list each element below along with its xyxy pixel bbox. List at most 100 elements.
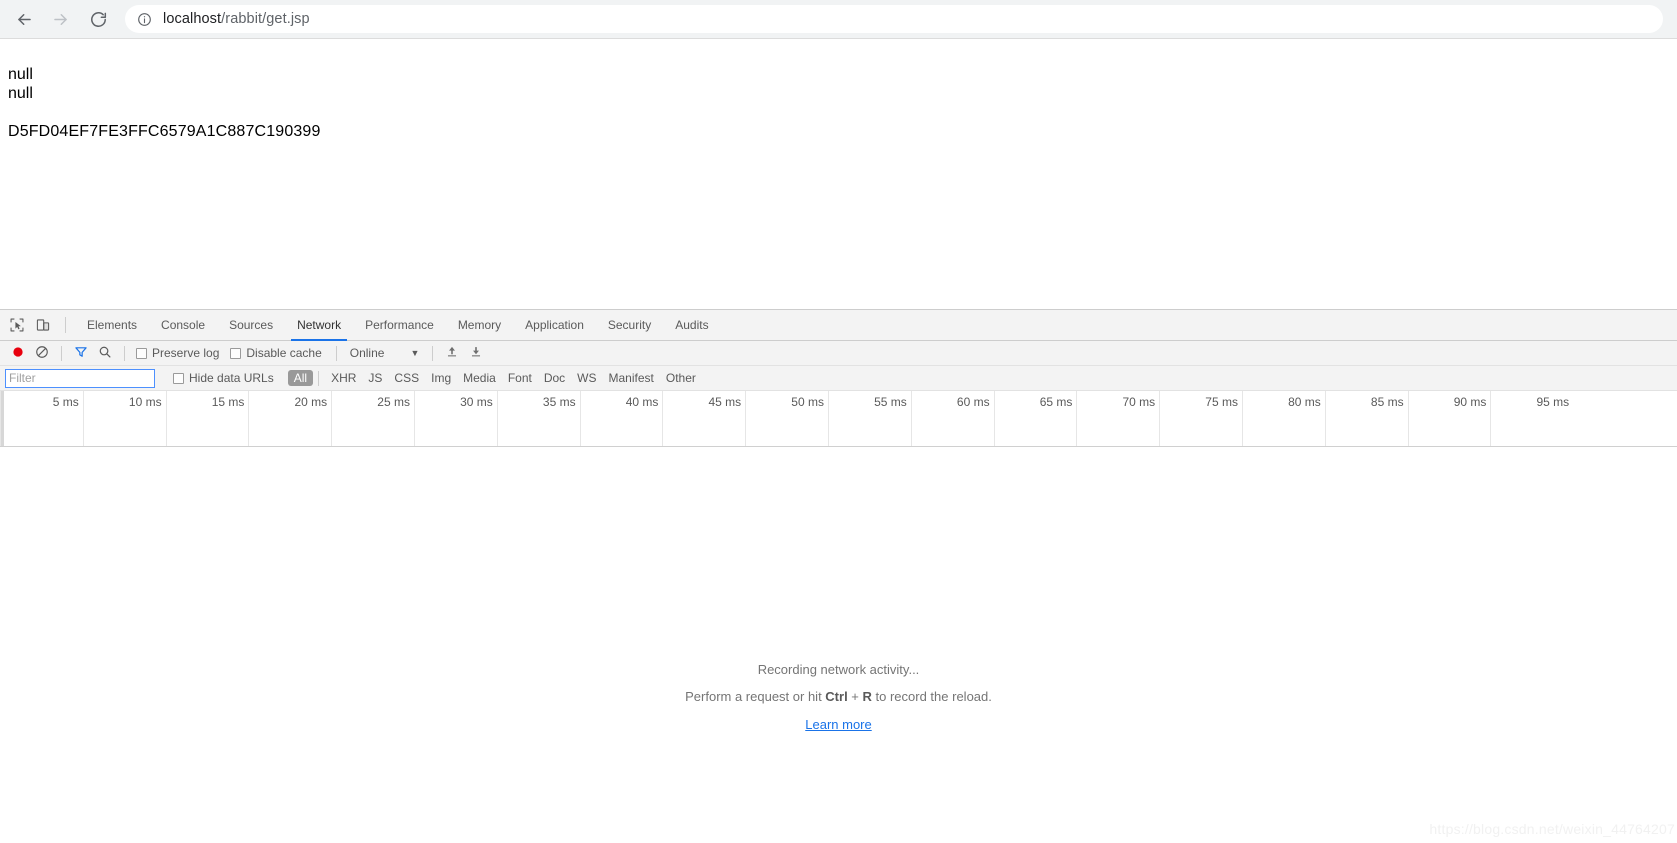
tab-label: Security	[607, 318, 652, 332]
arrow-right-icon	[51, 10, 70, 29]
timeline-tick: 85 ms	[1324, 391, 1408, 446]
tab-audits[interactable]: Audits	[663, 310, 720, 340]
reload-icon	[89, 10, 108, 29]
timeline-tick: 95 ms	[1490, 391, 1573, 446]
timeline-tick-label: 75 ms	[1205, 395, 1238, 409]
network-timeline-overview[interactable]: 5 ms 10 ms 15 ms 20 ms 25 ms 30 ms 35 ms 40 ms 4…	[0, 391, 1677, 447]
timeline-tick-label: 95 ms	[1536, 395, 1570, 409]
network-action-toolbar: Preserve log Disable cache Online ▼	[0, 341, 1677, 366]
upload-arrow-icon	[445, 345, 459, 362]
toolbar-divider	[65, 317, 66, 333]
type-filter-all[interactable]: All	[287, 370, 314, 386]
checkbox-box	[173, 372, 184, 384]
page-line-1: null	[8, 66, 33, 83]
timeline-tick-label: 70 ms	[1122, 395, 1156, 409]
address-bar-path: /rabbit/get.jsp	[221, 11, 310, 27]
type-filter-js[interactable]: JS	[362, 370, 388, 386]
disable-cache-checkbox[interactable]: Disable cache	[226, 346, 325, 360]
page-token-value: D5FD04EF7FE3FFC6579A1C887C190399	[8, 123, 321, 140]
type-filter-other[interactable]: Other	[660, 370, 702, 386]
chevron-down-icon: ▼	[410, 347, 420, 358]
timeline-tick-label: 80 ms	[1288, 395, 1321, 409]
tab-network[interactable]: Network	[285, 310, 353, 341]
network-empty-state: Recording network activity... Perform a …	[0, 447, 1677, 843]
type-filter-media[interactable]: Media	[457, 370, 502, 386]
filter-funnel-icon	[74, 345, 88, 362]
type-filter-doc[interactable]: Doc	[538, 370, 571, 386]
tab-memory[interactable]: Memory	[446, 310, 513, 340]
timeline-tick: 5 ms	[0, 391, 83, 446]
timeline-tick-label: 40 ms	[625, 395, 659, 409]
clear-prohibited-icon	[35, 345, 49, 362]
arrow-left-icon	[15, 10, 34, 29]
record-button[interactable]	[6, 343, 30, 364]
clear-button[interactable]	[30, 343, 54, 364]
timeline-tick-label: 60 ms	[956, 395, 990, 409]
timeline-tick-label: 10 ms	[128, 395, 162, 409]
throttling-value: Online	[349, 346, 385, 360]
tab-label: Memory	[457, 318, 502, 332]
address-bar[interactable]: localhost/rabbit/get.jsp	[125, 5, 1663, 33]
throttling-dropdown[interactable]: Online ▼	[344, 346, 426, 360]
recording-status-text: Recording network activity...	[757, 662, 920, 677]
tab-elements[interactable]: Elements	[75, 310, 149, 340]
timeline-tick-label: 25 ms	[377, 395, 410, 409]
network-filter-bar: Hide data URLs All XHR JS CSS Img Media …	[0, 366, 1677, 391]
inspect-element-icon[interactable]	[4, 310, 30, 340]
hint-plus: +	[847, 689, 863, 704]
export-har-button[interactable]	[464, 343, 488, 364]
timeline-tick-label: 35 ms	[542, 395, 576, 409]
type-filter-xhr[interactable]: XHR	[325, 370, 362, 386]
toolbar-divider	[335, 345, 337, 361]
tab-label: Audits	[675, 318, 709, 332]
type-filter-img[interactable]: Img	[425, 370, 457, 386]
info-circle-icon[interactable]	[137, 12, 152, 27]
device-toolbar-icon[interactable]	[30, 310, 56, 340]
timeline-tick-label: 55 ms	[874, 395, 907, 409]
disable-cache-label: Disable cache	[246, 346, 322, 360]
search-icon	[98, 345, 112, 362]
type-filter-css[interactable]: CSS	[388, 370, 425, 386]
tab-security[interactable]: Security	[596, 310, 663, 340]
tab-label: Console	[161, 318, 206, 332]
timeline-tick: 60 ms	[910, 391, 994, 446]
timeline-tick: 40 ms	[579, 391, 663, 446]
hint-suffix: to record the reload.	[871, 689, 992, 704]
filter-button[interactable]	[69, 343, 93, 364]
type-filter-ws[interactable]: WS	[571, 370, 602, 386]
timeline-tick: 10 ms	[82, 391, 166, 446]
tab-application[interactable]: Application	[513, 310, 596, 340]
back-button[interactable]	[7, 2, 41, 36]
timeline-tick-label: 90 ms	[1453, 395, 1487, 409]
forward-button[interactable]	[43, 2, 77, 36]
watermark-text: https://blog.csdn.net/weixin_44764207	[1429, 821, 1675, 837]
address-bar-host: localhost	[163, 11, 222, 27]
checkbox-box	[230, 347, 242, 359]
tab-console[interactable]: Console	[149, 310, 217, 340]
timeline-tick: 45 ms	[662, 391, 745, 446]
filter-input[interactable]	[5, 368, 155, 388]
page-viewport: null null D5FD04EF7FE3FFC6579A1C887C1903…	[0, 39, 1677, 309]
type-filter-font[interactable]: Font	[502, 370, 538, 386]
tab-performance[interactable]: Performance	[353, 310, 446, 340]
recording-hint-text: Perform a request or hit Ctrl + R to rec…	[685, 689, 992, 704]
reload-button[interactable]	[81, 2, 115, 36]
search-button[interactable]	[93, 343, 117, 364]
type-filter-manifest[interactable]: Manifest	[603, 370, 660, 386]
timeline-tick: 70 ms	[1076, 391, 1159, 446]
browser-toolbar: localhost/rabbit/get.jsp	[0, 0, 1677, 39]
page-content: null null D5FD04EF7FE3FFC6579A1C887C1903…	[0, 39, 1677, 141]
learn-more-link[interactable]: Learn more	[805, 717, 871, 732]
tab-label: Network	[297, 318, 342, 332]
hide-data-urls-label: Hide data URLs	[189, 371, 274, 385]
import-har-button[interactable]	[440, 343, 464, 364]
timeline-tick: 55 ms	[828, 391, 911, 446]
preserve-log-checkbox[interactable]: Preserve log	[132, 346, 223, 360]
hide-data-urls-checkbox[interactable]: Hide data URLs	[169, 371, 278, 385]
timeline-tick-label: 30 ms	[460, 395, 493, 409]
timeline-tick: 80 ms	[1242, 391, 1325, 446]
tab-sources[interactable]: Sources	[217, 310, 285, 340]
timeline-tick: 35 ms	[496, 391, 580, 446]
page-line-2: null	[8, 85, 33, 102]
timeline-tick: 75 ms	[1159, 391, 1242, 446]
